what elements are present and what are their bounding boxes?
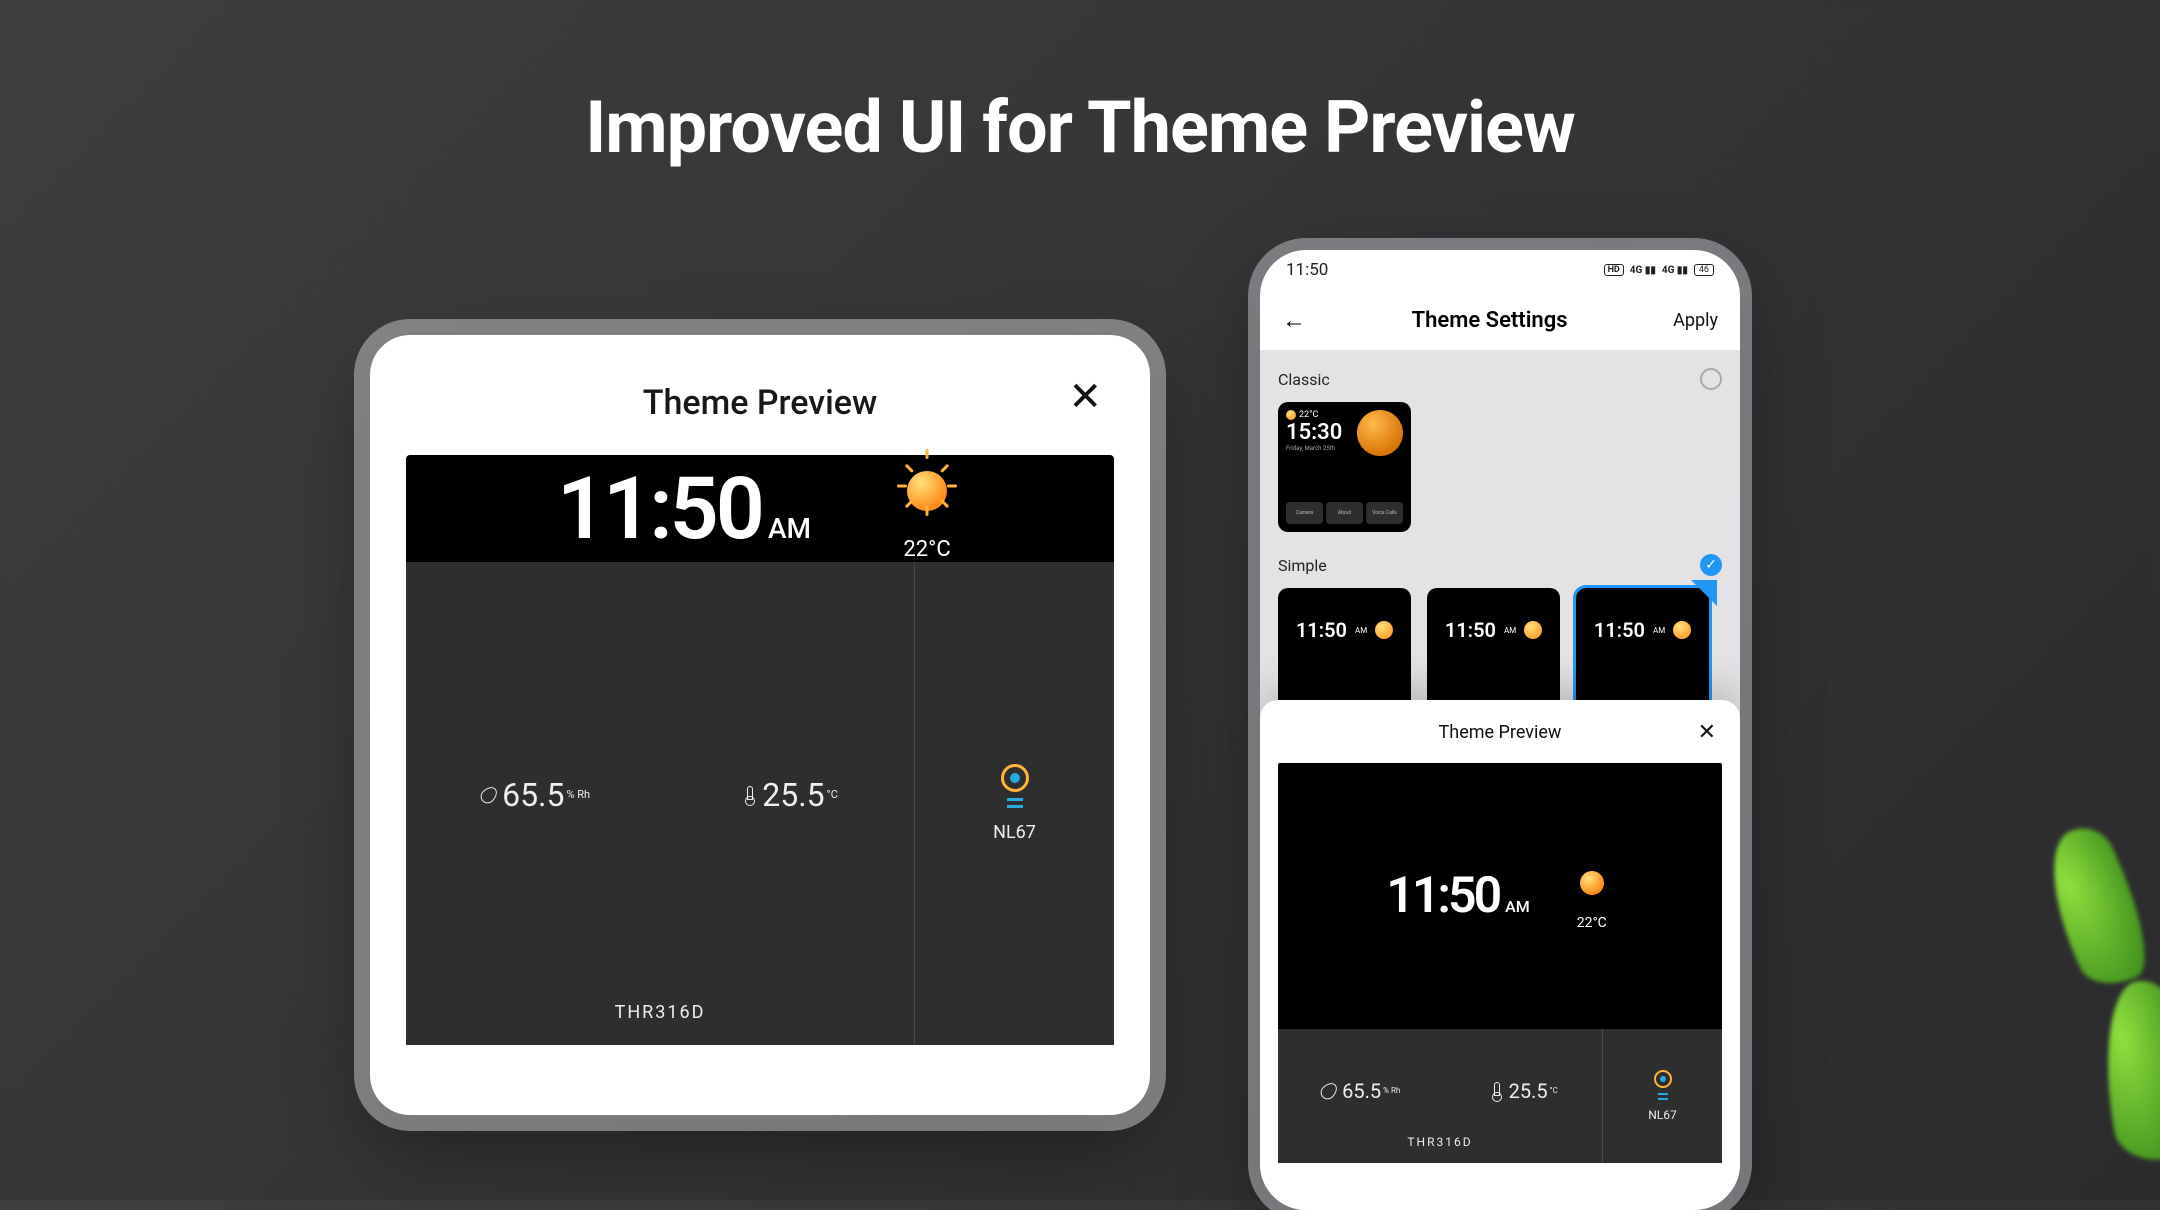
humidity-metric: 65.5 % Rh xyxy=(1322,1079,1400,1103)
category-simple: Simple ✓ 11:50 AM 11:50 AM 11:50 AM xyxy=(1278,554,1722,718)
nav-bar: ← Theme Settings Apply xyxy=(1260,290,1740,350)
signal-4g-icon: 4G ▮▮ xyxy=(1630,265,1656,276)
humidity-unit: % Rh xyxy=(566,789,590,801)
phone-frame: 11:50 HD 4G ▮▮ 4G ▮▮ 46 ← Theme Settings… xyxy=(1260,250,1740,1210)
light-device-name: NL67 xyxy=(993,822,1036,843)
sun-icon xyxy=(1524,621,1542,639)
sun-icon xyxy=(1286,410,1296,420)
thumb-suffix: AM xyxy=(1504,626,1516,635)
panel-title: Theme Preview xyxy=(643,383,877,423)
apply-button[interactable]: Apply xyxy=(1673,310,1718,331)
light-device-name: NL67 xyxy=(1648,1108,1677,1122)
thermometer-icon xyxy=(742,786,756,804)
sun-icon xyxy=(1673,621,1691,639)
thumb-temp: 22°C xyxy=(1299,410,1318,420)
status-time: 11:50 xyxy=(1286,260,1328,280)
check-simple[interactable]: ✓ xyxy=(1700,554,1722,576)
sensor-temp-value: 25.5 xyxy=(1509,1079,1548,1103)
globe-icon xyxy=(1357,410,1403,456)
weather-widget: 22°C xyxy=(1570,861,1614,931)
screen-title: Theme Settings xyxy=(1412,308,1568,333)
thumb-date: Friday, March 25th xyxy=(1286,445,1342,452)
category-classic-label: Classic xyxy=(1278,370,1330,389)
humidity-value: 65.5 xyxy=(502,776,564,814)
bulb-icon xyxy=(995,764,1035,808)
clock-time: 11:50 xyxy=(557,458,762,559)
light-device-tile: NL67 xyxy=(914,562,1114,1045)
sensor-device-name: THR316D xyxy=(406,1002,914,1045)
signal-icon: 4G ▮▮ xyxy=(1662,265,1688,276)
theme-thumb-simple-2[interactable]: 11:50 AM xyxy=(1427,588,1560,718)
bulb-icon xyxy=(1650,1070,1676,1100)
clock-suffix: AM xyxy=(768,512,811,545)
clock: 11:50 AM xyxy=(557,458,811,559)
weather-temp: 22°C xyxy=(903,537,950,562)
weather-widget: 22°C xyxy=(891,455,963,562)
close-icon: ✕ xyxy=(1068,373,1102,420)
sensor-temp-unit: °C xyxy=(1550,1087,1558,1096)
temp-metric: 25.5 °C xyxy=(1489,1079,1558,1103)
sensor-temp-value: 25.5 xyxy=(762,776,824,814)
thumb-tab: Camera xyxy=(1286,502,1323,524)
thumb-time: 15:30 xyxy=(1286,420,1342,445)
decoration-plant xyxy=(2000,660,2160,1160)
humidity-value: 65.5 xyxy=(1342,1079,1381,1103)
droplet-icon xyxy=(1322,1082,1336,1100)
humidity-metric: 65.5 % Rh xyxy=(482,776,590,814)
page-headline: Improved UI for Theme Preview xyxy=(585,85,1575,170)
theme-preview-panel: Theme Preview ✕ 11:50 AM xyxy=(370,335,1150,1115)
light-device-tile: NL67 xyxy=(1602,1029,1722,1163)
temp-metric: 25.5 °C xyxy=(742,776,838,814)
thumb-suffix: AM xyxy=(1653,626,1665,635)
sensor-device-name: THR316D xyxy=(1278,1135,1602,1163)
theme-thumb-simple-1[interactable]: 11:50 AM xyxy=(1278,588,1411,718)
sun-icon xyxy=(1570,861,1614,905)
close-button[interactable]: ✕ xyxy=(1068,377,1102,417)
thumb-time: 11:50 xyxy=(1594,618,1645,642)
sun-icon xyxy=(1375,621,1393,639)
theme-thumb-classic[interactable]: 22°C 15:30 Friday, March 25th Camera Abo… xyxy=(1278,402,1411,532)
clock-suffix: AM xyxy=(1505,897,1530,916)
thumb-time: 11:50 xyxy=(1445,618,1496,642)
weather-temp: 22°C xyxy=(1577,915,1607,931)
sensor-temp-unit: °C xyxy=(827,789,838,801)
sheet-device-display: 11:50 AM 22°C 65.5 % Rh xyxy=(1278,763,1722,1163)
back-button[interactable]: ← xyxy=(1282,306,1306,335)
hd-icon: HD xyxy=(1604,264,1624,276)
theme-thumb-simple-3-selected[interactable]: 11:50 AM xyxy=(1576,588,1709,718)
sheet-title: Theme Preview xyxy=(1439,722,1562,743)
arrow-left-icon: ← xyxy=(1282,306,1306,334)
humidity-unit: % Rh xyxy=(1383,1087,1400,1096)
clock: 11:50 AM xyxy=(1386,867,1530,925)
thumb-tab: Voice Calls xyxy=(1366,502,1403,524)
thermometer-icon xyxy=(1489,1082,1503,1100)
droplet-icon xyxy=(482,786,496,804)
thumb-suffix: AM xyxy=(1355,626,1367,635)
device-display: 11:50 AM 22°C xyxy=(406,455,1114,1045)
status-bar: 11:50 HD 4G ▮▮ 4G ▮▮ 46 xyxy=(1260,250,1740,290)
theme-preview-sheet: Theme Preview ✕ 11:50 AM 22°C xyxy=(1260,700,1740,1210)
thumb-time: 11:50 xyxy=(1296,618,1347,642)
battery-icon: 46 xyxy=(1694,264,1714,276)
radio-classic[interactable] xyxy=(1700,368,1722,390)
sheet-close-button[interactable]: ✕ xyxy=(1698,720,1716,745)
check-icon: ✓ xyxy=(1705,557,1717,573)
category-simple-label: Simple xyxy=(1278,556,1327,575)
sun-icon xyxy=(891,455,963,527)
clock-time: 11:50 xyxy=(1386,867,1499,925)
category-classic: Classic 22°C 15:30 Friday, March 25th Ca… xyxy=(1278,368,1722,532)
close-icon: ✕ xyxy=(1698,720,1716,745)
thumb-tab: About xyxy=(1326,502,1363,524)
